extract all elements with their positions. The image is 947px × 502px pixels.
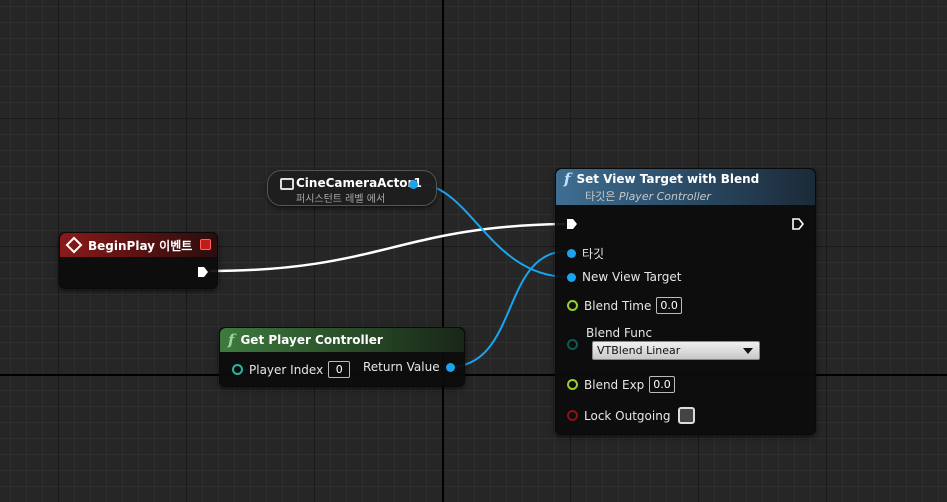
event-diamond-icon <box>65 236 83 254</box>
float-in-pin-icon[interactable] <box>567 300 578 311</box>
new-view-target-label: New View Target <box>582 270 682 284</box>
get-player-controller-title: Get Player Controller <box>240 333 383 347</box>
get-player-controller-node[interactable]: f Get Player Controller Player Index 0 R… <box>219 327 465 387</box>
camera-ref-title: CineCameraActor1 <box>296 176 422 190</box>
target-pin[interactable]: 타깃 <box>567 245 604 262</box>
target-is-label: 타깃은 <box>585 190 616 203</box>
camera-actor-icon <box>280 178 294 190</box>
blend-func-label: Blend Func <box>586 326 653 340</box>
player-index-input[interactable]: 0 <box>328 361 351 378</box>
function-icon: f <box>564 170 571 188</box>
player-index-label: Player Index <box>249 362 324 377</box>
blend-func-selected: VTBlend Linear <box>597 344 681 357</box>
blend-func-pin[interactable] <box>567 339 584 350</box>
blend-func-dropdown[interactable]: VTBlend Linear <box>592 341 760 360</box>
object-out-pin-icon[interactable] <box>445 362 455 372</box>
controller-to-target-wire[interactable] <box>448 250 569 368</box>
exec-in-pin-icon[interactable] <box>566 218 578 230</box>
new-view-target-pin[interactable]: New View Target <box>567 270 681 284</box>
return-value-label: Return Value <box>363 360 440 374</box>
exec-wire[interactable] <box>209 222 566 273</box>
blend-time-label: Blend Time <box>584 298 652 313</box>
set-view-target-node[interactable]: f Set View Target with Blend 타깃은 Player … <box>555 168 816 435</box>
enum-in-pin-icon[interactable] <box>567 339 578 350</box>
set-view-target-title: Set View Target with Blend <box>576 172 760 186</box>
begin-play-title: BeginPlay 이벤트 <box>88 238 193 253</box>
camera-to-new-view-target-wire[interactable] <box>417 183 569 278</box>
camera-out-pin-icon[interactable] <box>409 180 418 189</box>
target-label: 타깃 <box>582 247 605 261</box>
lock-outgoing-label: Lock Outgoing <box>584 408 671 423</box>
blend-exp-input[interactable]: 0.0 <box>649 376 675 393</box>
blend-exp-pin[interactable]: Blend Exp 0.0 <box>567 376 675 393</box>
delegate-pin-icon[interactable] <box>200 239 211 250</box>
int-in-pin-icon[interactable] <box>232 364 243 375</box>
lock-outgoing-pin[interactable]: Lock Outgoing <box>567 407 696 424</box>
chevron-down-icon <box>743 348 753 354</box>
blend-time-input[interactable]: 0.0 <box>656 297 682 314</box>
blend-time-pin[interactable]: Blend Time 0.0 <box>567 297 682 314</box>
bool-in-pin-icon[interactable] <box>567 410 578 421</box>
function-icon: f <box>228 331 235 349</box>
exec-then-pin-icon[interactable] <box>792 218 804 230</box>
float-in-pin-icon[interactable] <box>567 379 578 390</box>
exec-out-pin-icon[interactable] <box>197 266 209 278</box>
camera-ref-subtitle: 퍼시스턴트 레벨 에서 <box>296 194 386 205</box>
camera-actor-ref-node[interactable]: CineCameraActor1 퍼시스턴트 레벨 에서 <box>267 170 437 206</box>
get-player-controller-header[interactable]: f Get Player Controller <box>220 328 464 352</box>
blend-exp-label: Blend Exp <box>584 377 645 392</box>
return-value-pin[interactable]: Return Value <box>363 360 455 374</box>
player-index-pin[interactable]: Player Index 0 <box>232 361 351 378</box>
object-in-pin-icon[interactable] <box>567 249 576 258</box>
lock-outgoing-checkbox[interactable] <box>678 407 696 424</box>
begin-play-event-node[interactable]: BeginPlay 이벤트 <box>59 232 218 289</box>
target-class-label: Player Controller <box>618 190 711 203</box>
set-view-target-header[interactable]: f Set View Target with Blend 타깃은 Player … <box>556 169 815 205</box>
blend-func-label-row: Blend Func <box>586 326 652 340</box>
begin-play-header[interactable]: BeginPlay 이벤트 <box>60 233 217 257</box>
object-in-pin-icon[interactable] <box>567 272 576 282</box>
